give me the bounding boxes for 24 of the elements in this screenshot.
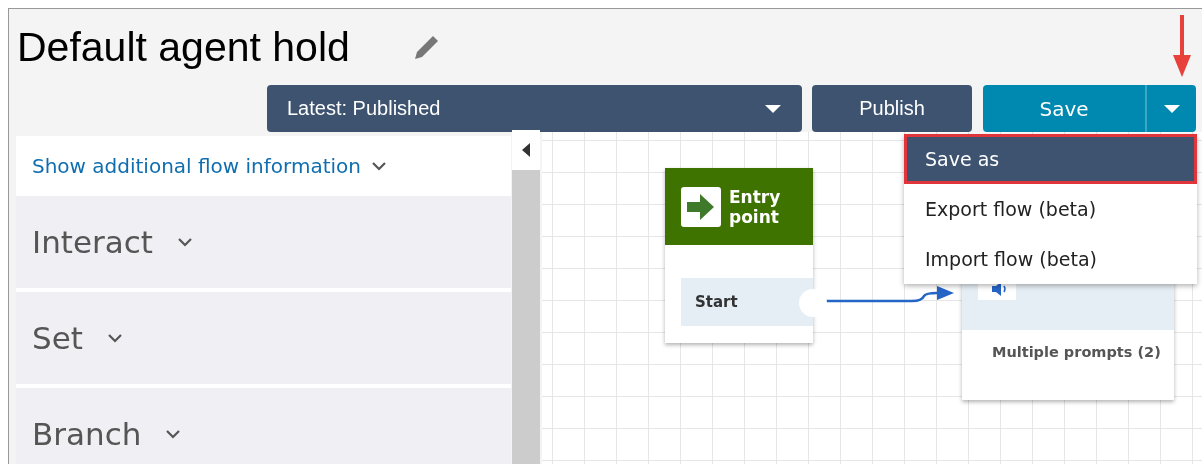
save-button[interactable]: Save <box>983 85 1145 132</box>
block-subtitle: Multiple prompts (2) <box>991 343 1162 360</box>
publish-button[interactable]: Publish <box>812 85 972 132</box>
caret-icon <box>764 103 782 114</box>
collapse-button[interactable] <box>512 130 540 170</box>
flow-title: Default agent hold <box>17 23 350 71</box>
caret-icon <box>1162 103 1181 114</box>
block-category[interactable]: Interact <box>16 196 511 288</box>
menu-item[interactable]: Save as <box>904 134 1197 184</box>
arrow-right-icon <box>681 186 721 227</box>
chevron-down-icon <box>165 429 182 439</box>
annotation-arrow <box>1172 15 1192 77</box>
chevron-down-icon <box>106 333 123 343</box>
chevron-down-icon <box>176 237 193 247</box>
caret-left-icon <box>522 143 530 157</box>
menu-item[interactable]: Export flow (beta) <box>904 184 1197 234</box>
chevron-down-icon <box>371 161 387 171</box>
flow-info-link[interactable]: Show additional flow information <box>32 154 361 178</box>
block-title: Entry point <box>729 186 782 227</box>
block-category[interactable]: Set <box>16 292 511 384</box>
sidebar-scrollbar[interactable] <box>512 132 540 464</box>
version-dropdown[interactable]: Latest: Published <box>267 85 802 132</box>
save-options-button[interactable] <box>1145 85 1196 132</box>
block-category[interactable]: Branch <box>16 388 511 464</box>
